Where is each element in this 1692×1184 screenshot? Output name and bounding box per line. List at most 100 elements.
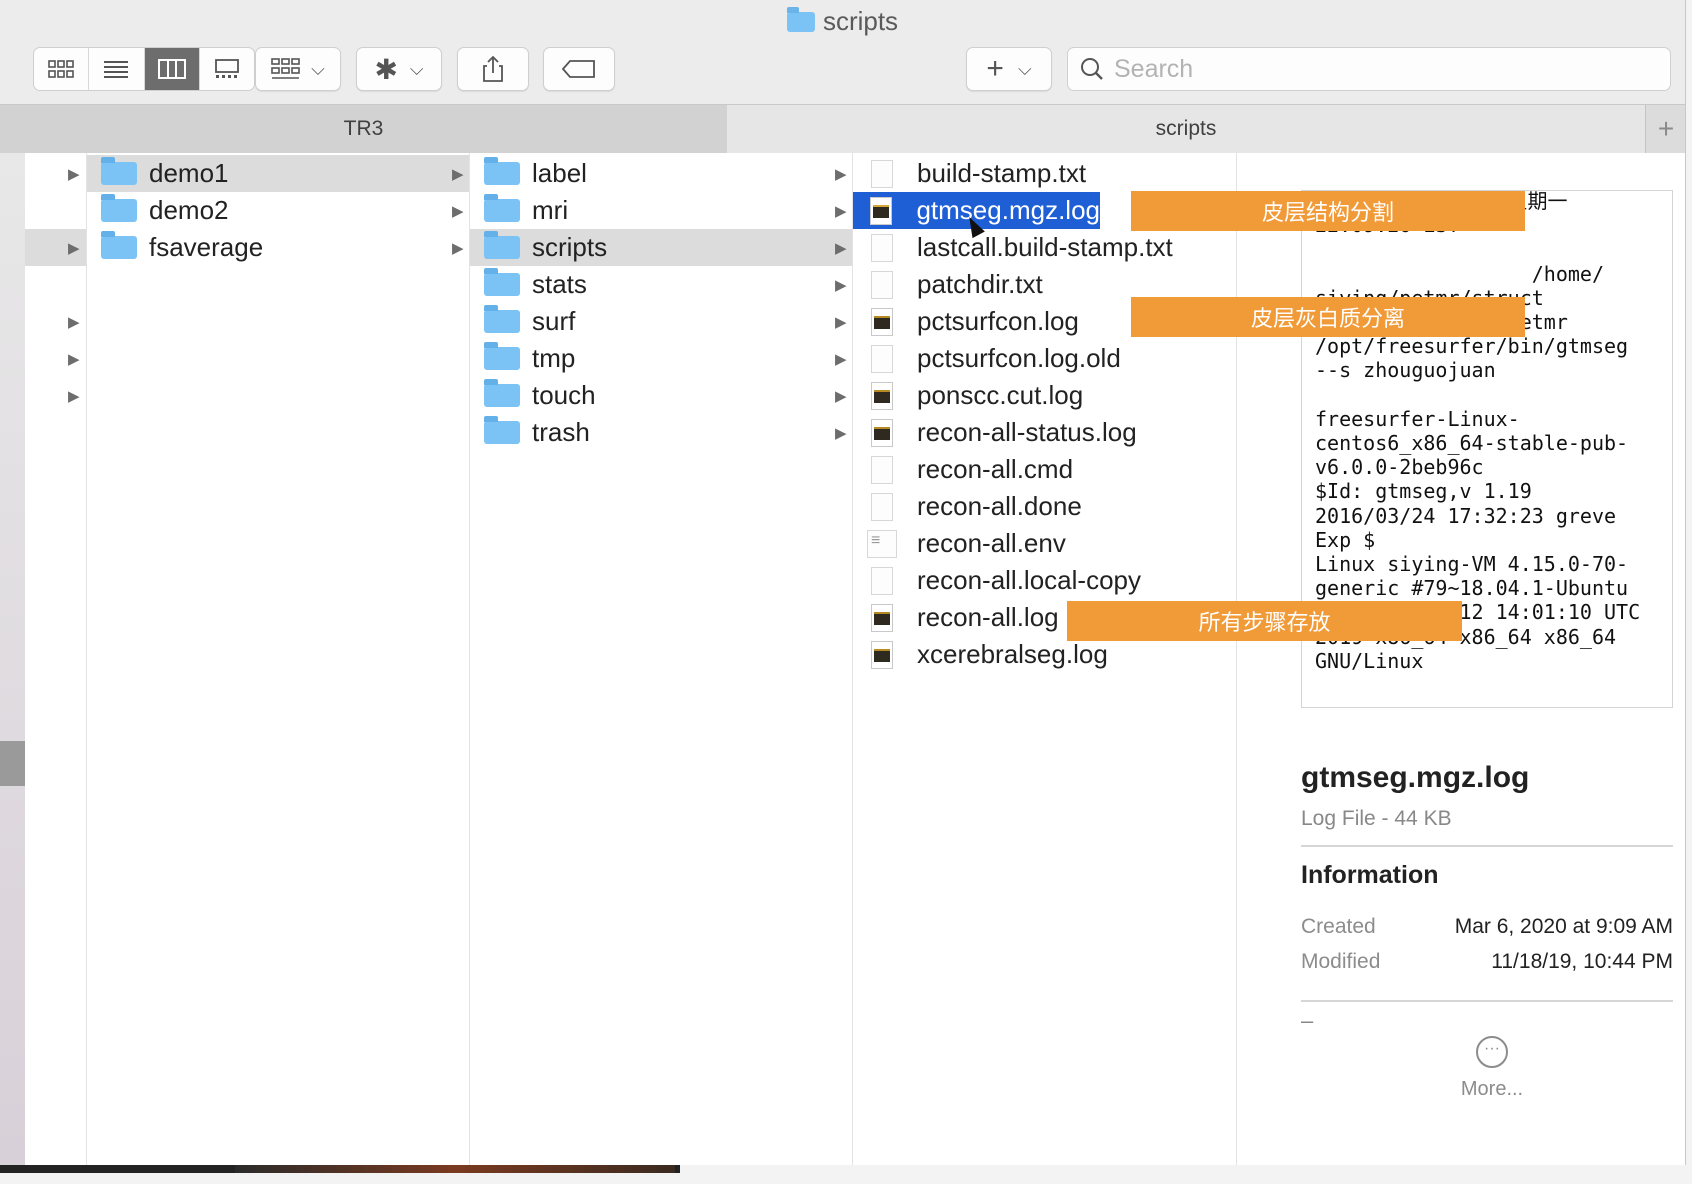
- ellipsis-icon: ···: [1476, 1036, 1508, 1068]
- new-item-button[interactable]: + ⌵: [966, 47, 1052, 91]
- column-demo1: label ▶ mri ▶ scripts ▶ stats ▶ surf ▶ tmp ▶ t…: [470, 153, 853, 1165]
- folder-label: fsaverage: [149, 232, 264, 262]
- file-item[interactable]: xcerebralseg.log: [853, 636, 1236, 673]
- action-menu-button[interactable]: ✱ ⌵: [356, 47, 442, 91]
- information-heading: Information: [1301, 861, 1439, 889]
- file-label: build-stamp.txt: [917, 158, 1087, 188]
- folder-label: demo1: [149, 158, 229, 188]
- list-item[interactable]: ▶: [25, 229, 86, 266]
- folder-item-label[interactable]: label ▶: [470, 155, 852, 192]
- file-label: gtmseg.mgz.log: [916, 195, 1100, 225]
- tags-button[interactable]: [543, 47, 615, 91]
- folder-label: demo2: [149, 195, 229, 225]
- folder-item-tmp[interactable]: tmp ▶: [470, 340, 852, 377]
- folder-icon: [484, 157, 520, 185]
- file-item[interactable]: recon-all-status.log: [853, 414, 1236, 451]
- folder-icon: [101, 231, 137, 259]
- file-label: recon-all.log: [917, 602, 1059, 632]
- chevron-down-icon: ⌵: [311, 58, 325, 79]
- finder-window: scripts ⌵ ✱ ⌵ + ⌵ Search TR3 scripts + ▶…: [0, 0, 1686, 1166]
- chevron-right-icon: ▶: [68, 313, 80, 331]
- tags-placeholder: –: [1301, 1008, 1314, 1033]
- plus-icon: +: [986, 52, 1004, 85]
- tag-icon: [561, 60, 595, 78]
- file-item[interactable]: recon-all.cmd: [853, 451, 1236, 488]
- file-label: recon-all-status.log: [917, 417, 1137, 447]
- chevron-right-icon: ▶: [835, 165, 847, 183]
- folder-icon: [786, 7, 815, 32]
- folder-label: scripts: [532, 232, 608, 262]
- folder-icon: [101, 194, 137, 222]
- annotation-label: 皮层结构分割: [1131, 191, 1525, 231]
- file-item[interactable]: pctsurfcon.log.old: [853, 340, 1236, 377]
- file-item[interactable]: recon-all.env: [853, 525, 1236, 562]
- file-item[interactable]: recon-all.done: [853, 488, 1236, 525]
- folder-icon: [484, 342, 520, 370]
- list-item[interactable]: ▶: [25, 340, 86, 377]
- column-view-button[interactable]: [144, 48, 200, 90]
- chevron-down-icon: ⌵: [1017, 58, 1032, 79]
- text-file-icon: [871, 344, 893, 373]
- search-field[interactable]: Search: [1067, 47, 1671, 91]
- icon-view-button[interactable]: [34, 48, 90, 90]
- file-item[interactable]: build-stamp.txt: [853, 155, 1236, 192]
- tab-scripts[interactable]: scripts: [727, 105, 1645, 153]
- folder-label: label: [532, 158, 587, 188]
- text-file-icon: [871, 233, 893, 262]
- log-file-icon: [871, 603, 893, 632]
- file-item[interactable]: ponscc.cut.log: [853, 377, 1236, 414]
- file-label: xcerebralseg.log: [917, 639, 1108, 669]
- view-mode-segmented-control[interactable]: [33, 47, 255, 91]
- chevron-right-icon: ▶: [452, 165, 464, 183]
- share-button[interactable]: [457, 47, 529, 91]
- folder-item-surf[interactable]: surf ▶: [470, 303, 852, 340]
- folder-icon: [484, 416, 520, 444]
- folder-item-scripts[interactable]: scripts ▶: [470, 229, 852, 266]
- list-item[interactable]: ▶: [25, 377, 86, 414]
- search-placeholder: Search: [1114, 54, 1194, 83]
- group-icon: [271, 58, 300, 79]
- tab-tr3[interactable]: TR3: [0, 105, 728, 153]
- chevron-right-icon: ▶: [835, 239, 847, 257]
- list-item[interactable]: ▶: [25, 303, 86, 340]
- file-item[interactable]: lastcall.build-stamp.txt: [853, 229, 1236, 266]
- desktop-bottom: [0, 1165, 1692, 1184]
- list-item[interactable]: ▶: [25, 155, 86, 192]
- folder-label: tmp: [532, 343, 576, 373]
- folder-item-trash[interactable]: trash ▶: [470, 414, 852, 451]
- list-view-button[interactable]: [89, 48, 145, 90]
- modified-row: Modified 11/18/19, 10:44 PM: [1301, 950, 1673, 974]
- created-row: Created Mar 6, 2020 at 9:09 AM: [1301, 915, 1673, 939]
- folder-item-stats[interactable]: stats ▶: [470, 266, 852, 303]
- folder-label: trash: [532, 417, 590, 447]
- more-button[interactable]: ··· More...: [1437, 1036, 1547, 1101]
- file-item[interactable]: recon-all.local-copy: [853, 562, 1236, 599]
- folder-item-touch[interactable]: touch ▶: [470, 377, 852, 414]
- chevron-right-icon: ▶: [835, 313, 847, 331]
- gallery-view-button[interactable]: [200, 48, 254, 90]
- folder-icon: [101, 157, 137, 185]
- file-label: recon-all.done: [917, 491, 1082, 521]
- chevron-right-icon: ▶: [835, 387, 847, 405]
- gallery-view-icon: [214, 59, 239, 78]
- folder-item-mri[interactable]: mri ▶: [470, 192, 852, 229]
- group-by-button[interactable]: ⌵: [255, 47, 341, 91]
- folder-item-demo2[interactable]: demo2 ▶: [87, 192, 469, 229]
- new-tab-button[interactable]: +: [1645, 105, 1685, 153]
- sidebar-edge: [0, 153, 25, 1165]
- file-label: pctsurfcon.log: [917, 306, 1079, 336]
- text-file-icon: [871, 455, 893, 484]
- log-file-icon: [871, 307, 893, 336]
- text-file-icon: [871, 566, 893, 595]
- folder-item-fsaverage[interactable]: fsaverage ▶: [87, 229, 469, 266]
- annotation-label: 皮层灰白质分离: [1131, 297, 1525, 337]
- chevron-right-icon: ▶: [452, 239, 464, 257]
- chevron-right-icon: ▶: [835, 202, 847, 220]
- title-bar: scripts: [0, 0, 1685, 50]
- text-file-icon: [871, 492, 893, 521]
- search-icon: [1081, 58, 1103, 80]
- chevron-down-icon: ⌵: [409, 58, 424, 79]
- folder-item-demo1[interactable]: demo1 ▶: [87, 155, 469, 192]
- chevron-right-icon: ▶: [68, 239, 80, 257]
- folder-icon: [484, 305, 520, 333]
